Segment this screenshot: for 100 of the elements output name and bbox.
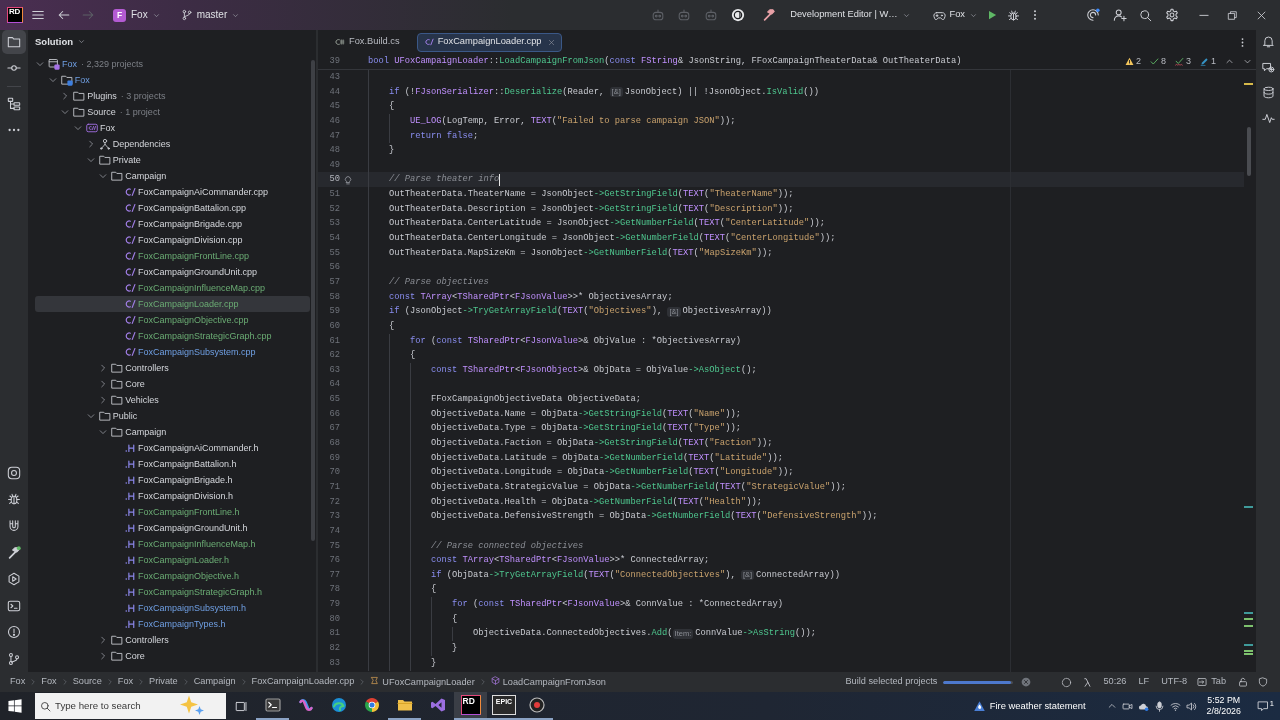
inspection-button[interactable]: 2 [1124, 56, 1141, 67]
inspection-button[interactable]: 1 [1200, 56, 1216, 67]
tree-item[interactable]: Fox [35, 120, 310, 136]
tree-item[interactable]: Vehicles [35, 392, 310, 408]
chevron-up-icon[interactable] [1106, 701, 1117, 711]
breadcrumb[interactable]: Fox [41, 676, 57, 688]
speaker-icon[interactable] [1185, 700, 1197, 712]
header-file-icon [124, 506, 136, 518]
tree-item[interactable]: FoxCampaignFrontLine.h [35, 504, 310, 520]
clock[interactable]: 5:52 PM 2/8/2026 [1206, 695, 1241, 717]
tree-item[interactable]: FoxCampaignFrontLine.cpp [35, 248, 310, 264]
line-separator[interactable]: LF [1138, 676, 1150, 688]
tree-item[interactable]: Private [35, 152, 310, 168]
configuration-selector[interactable]: Development Editor | W… [786, 7, 915, 23]
breadcrumb[interactable]: Fox [117, 676, 134, 688]
taskbar-button[interactable]: RD [454, 692, 487, 720]
search-icon[interactable] [1139, 8, 1152, 22]
search-box[interactable]: Type here to search [35, 693, 226, 719]
breadcrumb[interactable]: Fox [10, 676, 26, 688]
camera-icon[interactable] [1121, 700, 1133, 712]
dashed-circle-icon[interactable] [1061, 676, 1073, 688]
tree-item[interactable]: Campaign [35, 424, 310, 440]
tree-item[interactable]: FoxCampaignDivision.h [35, 488, 310, 504]
tree-item[interactable]: FoxCampaignDivision.cpp [35, 232, 310, 248]
inspection-button[interactable]: 3 [1174, 56, 1191, 67]
tree-item[interactable]: Fox · 2,329 projects [35, 56, 310, 72]
lightbulb-icon[interactable] [343, 174, 353, 185]
code-text: ObjectiveData.Name = ObjData->GetStringField(TEXT("Name")); [431, 407, 741, 421]
breadcrumb[interactable]: LoadCampaignFromJson [490, 676, 606, 688]
tree-item[interactable]: FoxCampaignStrategicGraph.h [35, 584, 310, 600]
bug-icon[interactable] [1007, 8, 1020, 22]
task-view-icon[interactable] [234, 699, 248, 713]
tree-item[interactable]: FoxCampaignLoader.cpp [35, 296, 310, 312]
restore-icon[interactable] [1227, 9, 1238, 21]
breadcrumb[interactable]: FoxCampaignLoader.cpp [251, 676, 355, 688]
tree-item[interactable]: FoxCampaignStrategicGraph.cpp [35, 328, 310, 344]
tree-item[interactable]: Source · 1 project [35, 104, 310, 120]
spiral-icon[interactable] [1086, 8, 1100, 22]
encoding[interactable]: UTF-8 [1161, 676, 1188, 688]
tree-item[interactable]: FoxCampaignSubsystem.h [35, 600, 310, 616]
search-field[interactable]: Type here to search [55, 700, 180, 712]
branch-selector[interactable]: master [176, 7, 245, 23]
wifi-icon[interactable] [1169, 700, 1181, 712]
notification-icon[interactable] [1256, 700, 1269, 712]
padlock-icon[interactable] [1238, 677, 1248, 687]
tree-item[interactable]: FoxCampaignTypes.h [35, 616, 310, 632]
menu-icon[interactable] [31, 8, 45, 22]
tree-item[interactable]: Controllers [35, 360, 310, 376]
chevron-up-icon[interactable] [1225, 57, 1234, 66]
solution-dropdown[interactable]: Solution [35, 36, 86, 48]
tree-item[interactable]: FoxCampaignSubsystem.cpp [35, 344, 310, 360]
cancel-icon[interactable] [1021, 677, 1032, 687]
back-icon[interactable] [57, 8, 71, 22]
breadcrumb[interactable]: Campaign [193, 676, 236, 688]
lambda-icon[interactable] [1082, 676, 1094, 688]
tree-item[interactable]: FoxCampaignInfluenceMap.cpp [35, 280, 310, 296]
breadcrumb[interactable]: Private [149, 676, 178, 688]
hammer-icon[interactable] [762, 8, 777, 22]
add-user-icon[interactable] [1113, 8, 1127, 22]
tree-item[interactable]: FoxCampaignInfluenceMap.h [35, 536, 310, 552]
microphone-icon[interactable] [1153, 700, 1165, 712]
tree-item[interactable]: FoxCampaignAiCommander.cpp [35, 184, 310, 200]
tree-item[interactable]: FoxCampaignBrigade.h [35, 472, 310, 488]
scrollbar-thumb[interactable] [1247, 127, 1251, 176]
inspection-button[interactable]: 8 [1149, 56, 1166, 67]
project-selector[interactable]: F Fox [109, 6, 165, 24]
tree-item[interactable]: Public [35, 408, 310, 424]
code-text: // Parse theater info [389, 173, 500, 187]
tree-item[interactable]: Campaign [35, 168, 310, 184]
tree-item[interactable]: Fox [35, 72, 310, 88]
circle-logo-icon[interactable] [731, 8, 746, 22]
editor-tab[interactable]: Fox.Build.cs [328, 32, 407, 52]
breadcrumb[interactable]: Source [72, 676, 102, 688]
tree-item[interactable]: FoxCampaignBattalion.h [35, 456, 310, 472]
tree-item[interactable]: FoxCampaignAiCommander.h [35, 440, 310, 456]
tree-item[interactable]: FoxCampaignBrigade.cpp [35, 216, 310, 232]
close-icon[interactable] [1256, 9, 1267, 21]
start-icon[interactable] [8, 699, 22, 713]
tree-item[interactable]: FoxCampaignGroundUnit.cpp [35, 264, 310, 280]
caret-position[interactable]: 50:26 [1103, 676, 1127, 688]
shield-icon[interactable] [1258, 677, 1268, 687]
tree-item[interactable]: Core [35, 376, 310, 392]
tree-item[interactable]: FoxCampaignGroundUnit.h [35, 520, 310, 536]
tree-item[interactable]: Dependencies [35, 136, 310, 152]
weather-button[interactable]: Fire weather statement [968, 699, 1090, 713]
tree-item[interactable]: Controllers [35, 632, 310, 648]
tree-item[interactable]: FoxCampaignBattalion.cpp [35, 200, 310, 216]
tree-item[interactable]: FoxCampaignLoader.h [35, 552, 310, 568]
target-selector[interactable]: Fox [929, 6, 981, 24]
editor-tab[interactable]: FoxCampaignLoader.cpp [416, 32, 562, 52]
tree-item[interactable]: FoxCampaignObjective.cpp [35, 312, 310, 328]
tree-item[interactable]: FoxCampaignObjective.h [35, 568, 310, 584]
tree-item[interactable]: Plugins · 3 projects [35, 88, 310, 104]
tree-item[interactable]: Core [35, 648, 310, 664]
indent-setting[interactable]: Tab [1197, 676, 1226, 688]
play-icon[interactable] [986, 9, 998, 21]
breadcrumb[interactable]: UFoxCampaignLoader [370, 676, 475, 688]
settings-icon[interactable] [1165, 8, 1179, 22]
folder-icon[interactable] [2, 30, 26, 54]
chevron-down-icon[interactable] [1243, 57, 1252, 66]
